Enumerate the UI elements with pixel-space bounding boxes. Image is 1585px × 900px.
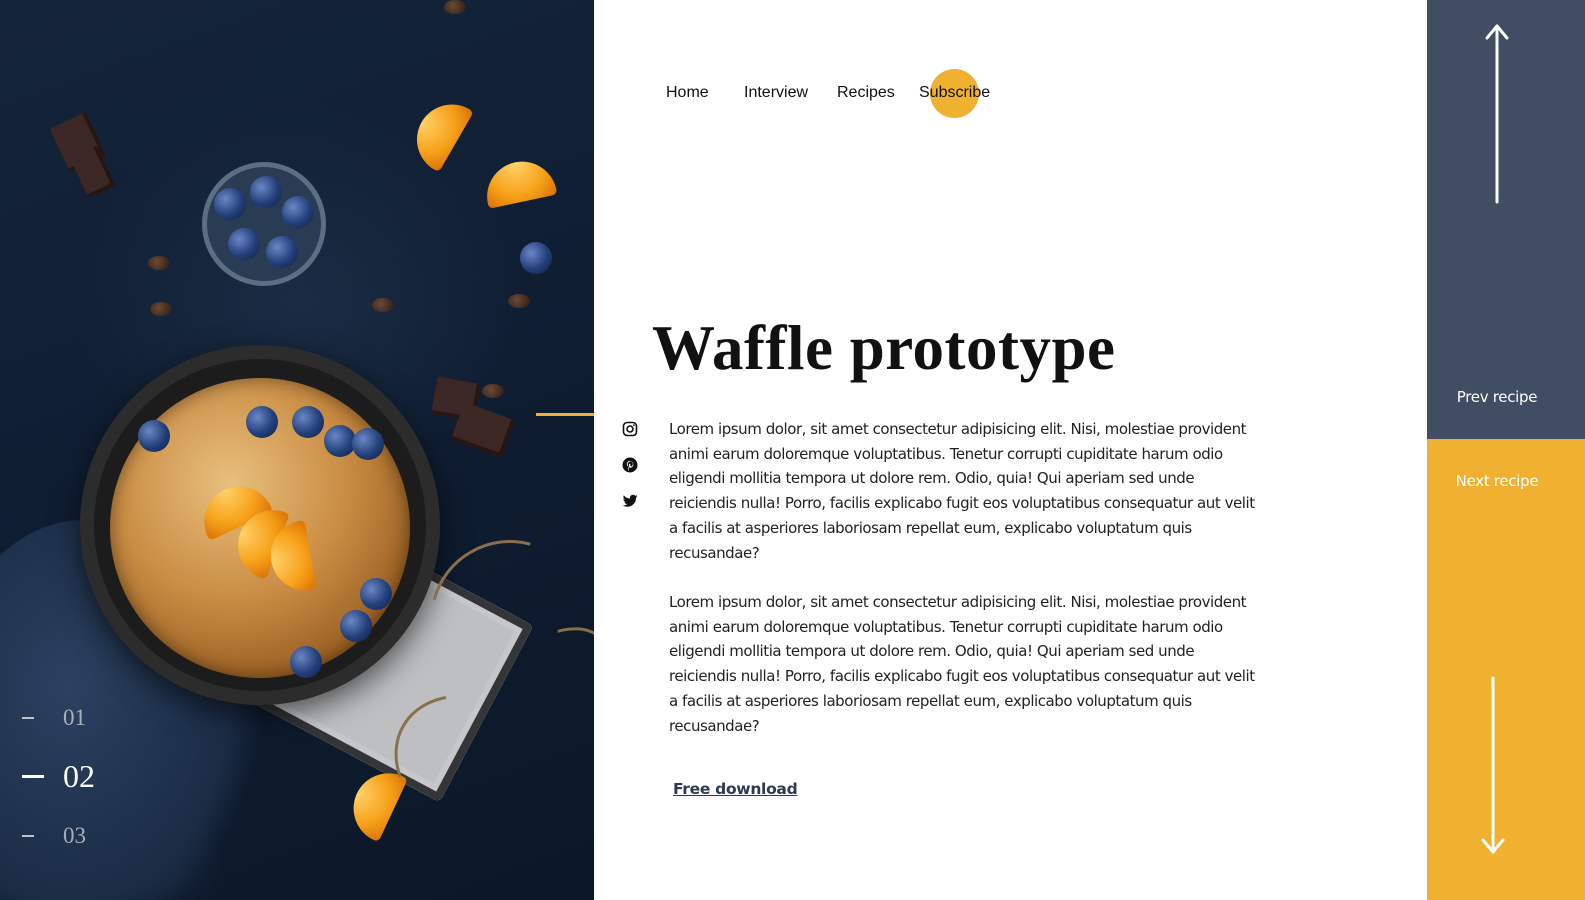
pinterest-icon[interactable] [622, 457, 638, 473]
coffee-bean [148, 256, 170, 270]
blueberry [214, 188, 246, 220]
page-title: Waffle prototype [652, 313, 1116, 383]
nav-subscribe-link[interactable]: Subscribe [919, 84, 990, 102]
arrow-up-icon [1485, 24, 1509, 204]
slide-dash [22, 775, 44, 778]
blueberry [290, 646, 322, 678]
blueberry [228, 228, 260, 260]
slide-dash [22, 834, 34, 837]
orange-slice [480, 155, 558, 209]
next-recipe-button[interactable]: Next recipe [1427, 439, 1585, 900]
nav-interview-link[interactable]: Interview [744, 84, 808, 102]
prev-recipe-button[interactable]: Prev recipe [1427, 0, 1585, 439]
slide-number: 01 [63, 704, 86, 730]
slide-dash [22, 716, 34, 719]
blueberry [266, 236, 298, 268]
blueberry [250, 176, 282, 208]
coffee-bean [444, 0, 466, 14]
slide-number: 03 [63, 822, 86, 848]
coffee-bean [508, 294, 530, 308]
arrow-down-icon [1481, 676, 1505, 854]
slide-number: 02 [63, 758, 95, 794]
prev-recipe-label: Prev recipe [1456, 388, 1538, 406]
blueberry [292, 406, 324, 438]
blueberry [246, 406, 278, 438]
accent-line [536, 413, 594, 416]
nav-home-link[interactable]: Home [666, 84, 709, 102]
next-recipe-label: Next recipe [1455, 472, 1539, 490]
free-download-link[interactable]: Free download [673, 780, 798, 798]
nav-recipes-link[interactable]: Recipes [837, 84, 895, 102]
blueberry [138, 420, 170, 452]
article-paragraph-1: Lorem ipsum dolor, sit amet consectetur … [669, 420, 1255, 562]
blueberry [340, 610, 372, 642]
coffee-bean [150, 302, 172, 316]
instagram-icon[interactable] [622, 421, 638, 437]
twitter-icon[interactable] [622, 493, 638, 509]
hero-food-photo: 01 02 03 [0, 0, 594, 900]
slide-01[interactable]: 01 [22, 688, 86, 747]
coffee-bean [372, 298, 394, 312]
slide-indicator: 01 02 03 [22, 688, 95, 865]
article-paragraph-2: Lorem ipsum dolor, sit amet consectetur … [669, 593, 1255, 735]
blueberry [282, 196, 314, 228]
slide-02-active[interactable]: 02 [22, 747, 95, 806]
blueberry [520, 242, 552, 274]
chocolate-piece [450, 401, 516, 459]
orange-slice [404, 91, 474, 173]
coffee-bean [482, 384, 504, 398]
blueberry [352, 428, 384, 460]
blueberry [360, 578, 392, 610]
slide-03[interactable]: 03 [22, 806, 86, 865]
